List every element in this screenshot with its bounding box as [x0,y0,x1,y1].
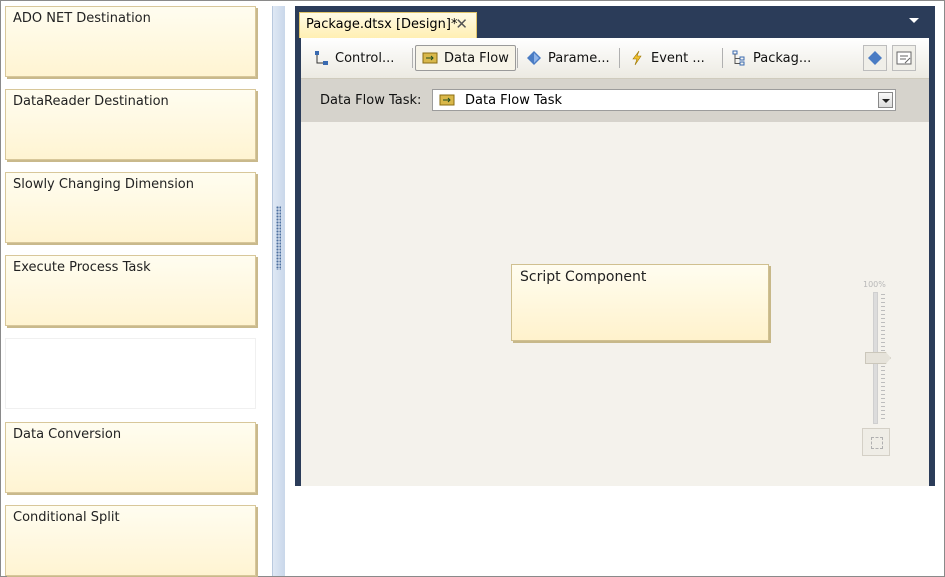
tab-package-explorer[interactable]: Packag... [725,45,817,71]
choice-datareader-destination[interactable]: DataReader Destination [5,89,256,160]
parameters-diamond-icon [868,51,882,65]
choice-label: DataReader Destination [13,94,169,109]
tab-separator [722,48,723,68]
choice-empty-slot [5,338,256,409]
designer-view-icon [896,51,912,65]
script-component[interactable]: Script Component [511,264,769,341]
toolbar-view-button[interactable] [892,45,916,71]
tab-separator [619,48,620,68]
tab-separator [412,48,413,68]
tab-data-flow[interactable]: Data Flow [415,45,516,71]
script-component-label: Script Component [520,269,647,285]
tab-control-flow[interactable]: Control... [307,45,400,71]
zoom-to-fit-icon[interactable] [862,428,890,456]
data-flow-task-select[interactable]: Data Flow Task [432,89,896,111]
zoom-slider-thumb[interactable] [865,352,891,364]
choice-slowly-changing-dimension[interactable]: Slowly Changing Dimension [5,172,256,243]
choice-label: Slowly Changing Dimension [13,177,194,192]
control-flow-icon [315,51,328,65]
choice-conditional-split[interactable]: Conditional Split [5,505,256,576]
data-flow-canvas[interactable]: Script Component 100% [301,122,929,486]
window-menu-arrow-icon[interactable] [909,18,919,23]
splitter-grip-icon [276,206,281,270]
package-explorer-icon [732,50,745,66]
document-tab-label: Package.dtsx [Design]* [306,17,458,32]
data-flow-task-bar: Data Flow Task: Data Flow Task [301,79,929,122]
event-handlers-icon [632,50,642,66]
parameters-icon [527,51,541,65]
tab-parameters[interactable]: Parame... [520,45,616,71]
choice-label: Data Conversion [13,427,122,442]
data-flow-task-label: Data Flow Task: [320,93,422,108]
chevron-down-icon[interactable] [878,92,893,108]
designer-window: Package.dtsx [Design]* ✕ Control... Data… [295,6,935,486]
choice-data-conversion[interactable]: Data Conversion [5,422,256,493]
designer-surface: Control... Data Flow Parame... Event ...… [301,38,929,486]
splitter[interactable] [272,6,285,576]
choice-label: Conditional Split [13,510,120,525]
data-flow-task-icon [439,94,455,106]
data-flow-icon [422,52,438,64]
close-icon[interactable]: ✕ [455,15,468,33]
toolbar-diamond-button[interactable] [863,45,887,71]
choice-execute-process-task[interactable]: Execute Process Task [5,255,256,326]
document-tab[interactable]: Package.dtsx [Design]* ✕ [299,12,477,38]
choice-ado-net-destination[interactable]: ADO NET Destination [5,6,256,77]
choice-label: Execute Process Task [13,260,151,275]
zoom-level: 100% [863,280,886,289]
tab-separator [517,48,518,68]
data-flow-task-value: Data Flow Task [465,92,563,108]
tab-event-handlers[interactable]: Event ... [623,45,711,71]
designer-tabs: Control... Data Flow Parame... Event ...… [301,38,929,79]
choice-label: ADO NET Destination [13,11,151,26]
